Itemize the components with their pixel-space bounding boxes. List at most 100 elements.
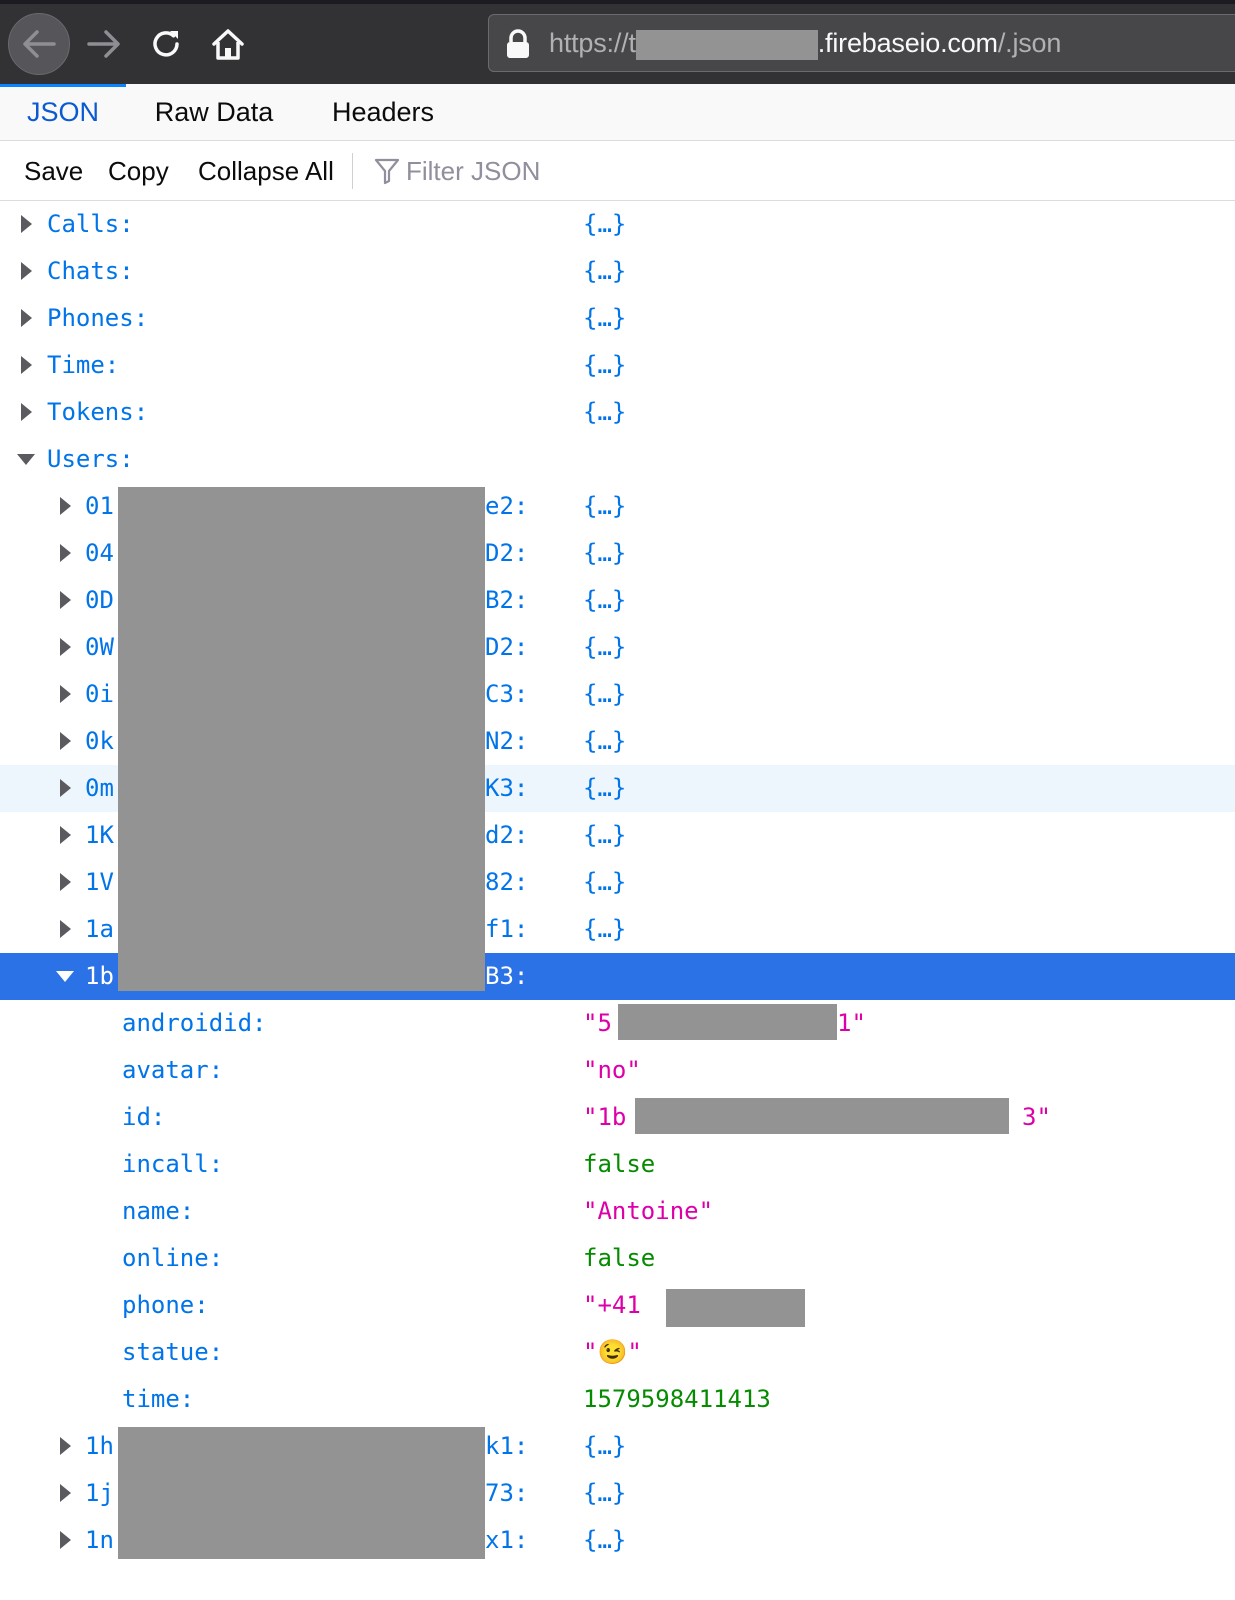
tree-row-calls[interactable]: Calls: {…} bbox=[0, 201, 1235, 248]
json-key-end: k1: bbox=[485, 1432, 529, 1460]
expand-arrow-icon[interactable] bbox=[60, 826, 71, 844]
expand-arrow-icon[interactable] bbox=[21, 309, 32, 327]
json-value: {…} bbox=[583, 351, 627, 379]
tree-row-field-statue[interactable]: statue: "😉" bbox=[0, 1329, 1235, 1376]
json-value: {…} bbox=[583, 821, 627, 849]
tree-row-field-time[interactable]: time: 1579598411413 bbox=[0, 1376, 1235, 1423]
collapse-arrow-icon[interactable] bbox=[56, 971, 74, 982]
json-value: {…} bbox=[583, 633, 627, 661]
address-bar[interactable]: https://t .firebaseio.com/.json bbox=[488, 14, 1235, 72]
json-value: false bbox=[583, 1244, 656, 1272]
home-icon bbox=[212, 29, 244, 60]
json-key: online: bbox=[122, 1244, 224, 1272]
browser-toolbar: https://t .firebaseio.com/.json bbox=[0, 0, 1235, 86]
tree-row-field-avatar[interactable]: avatar: "no" bbox=[0, 1047, 1235, 1094]
tree-row-field-online[interactable]: online: false bbox=[0, 1235, 1235, 1282]
json-key-start: 1a bbox=[85, 915, 114, 943]
url-text: https://t .firebaseio.com/.json bbox=[549, 28, 1061, 60]
viewer-tabs: JSON Raw Data Headers bbox=[0, 84, 1235, 141]
expand-arrow-icon[interactable] bbox=[21, 403, 32, 421]
json-key-start: 04 bbox=[85, 539, 114, 567]
expand-arrow-icon[interactable] bbox=[60, 873, 71, 891]
redacted-subdomain bbox=[635, 29, 818, 60]
json-value: {…} bbox=[583, 539, 627, 567]
collapse-all-button[interactable]: Collapse All bbox=[198, 141, 334, 201]
toolbar-divider bbox=[352, 153, 353, 189]
json-key: name: bbox=[122, 1197, 195, 1225]
home-button[interactable] bbox=[196, 12, 260, 76]
tree-row-users[interactable]: Users: bbox=[0, 436, 1235, 483]
json-value: 1579598411413 bbox=[583, 1385, 771, 1413]
expand-arrow-icon[interactable] bbox=[60, 920, 71, 938]
tree-row-field-id[interactable]: id: "1b 3" bbox=[0, 1094, 1235, 1141]
tree-row-time[interactable]: Time: {…} bbox=[0, 342, 1235, 389]
json-key-end: 82: bbox=[485, 868, 529, 896]
json-key-start: 0k bbox=[85, 727, 114, 755]
expand-arrow-icon[interactable] bbox=[60, 1484, 71, 1502]
reload-button[interactable] bbox=[134, 12, 198, 76]
expand-arrow-icon[interactable] bbox=[60, 591, 71, 609]
filter-json-input[interactable] bbox=[406, 151, 826, 191]
arrow-right-icon bbox=[87, 30, 120, 58]
json-key-end: f1: bbox=[485, 915, 529, 943]
json-value: {…} bbox=[583, 1479, 627, 1507]
json-key: Time: bbox=[47, 351, 120, 379]
forward-button[interactable] bbox=[72, 12, 136, 76]
json-key: androidid: bbox=[122, 1009, 267, 1037]
collapse-arrow-icon[interactable] bbox=[17, 454, 35, 465]
tree-row-tokens[interactable]: Tokens: {…} bbox=[0, 389, 1235, 436]
tab-json[interactable]: JSON bbox=[0, 84, 126, 140]
json-key: Calls: bbox=[47, 210, 134, 238]
tab-strip-edge bbox=[0, 0, 1235, 4]
json-toolbar: Save Copy Collapse All bbox=[0, 141, 1235, 201]
json-key-start: 1b bbox=[85, 962, 114, 990]
expand-arrow-icon[interactable] bbox=[60, 1531, 71, 1549]
save-button[interactable]: Save bbox=[24, 141, 83, 201]
tab-headers[interactable]: Headers bbox=[316, 84, 450, 140]
json-key-start: 1V bbox=[85, 868, 114, 896]
tree-row-field-phone[interactable]: phone: "+41 bbox=[0, 1282, 1235, 1329]
expand-arrow-icon[interactable] bbox=[21, 356, 32, 374]
json-value: {…} bbox=[583, 586, 627, 614]
expand-arrow-icon[interactable] bbox=[21, 262, 32, 280]
json-key-end: B2: bbox=[485, 586, 529, 614]
json-key: Users: bbox=[47, 445, 134, 473]
json-value-start: "1b bbox=[583, 1103, 627, 1131]
expand-arrow-icon[interactable] bbox=[60, 732, 71, 750]
back-button[interactable] bbox=[8, 13, 70, 75]
redacted-user-keys-block bbox=[118, 487, 485, 991]
json-value-end: 3" bbox=[1022, 1103, 1051, 1131]
json-value: {…} bbox=[583, 210, 627, 238]
json-key-start: 0D bbox=[85, 586, 114, 614]
expand-arrow-icon[interactable] bbox=[60, 544, 71, 562]
json-value: "Antoine" bbox=[583, 1197, 714, 1225]
expand-arrow-icon[interactable] bbox=[60, 685, 71, 703]
copy-button[interactable]: Copy bbox=[108, 141, 169, 201]
json-key-start: 0m bbox=[85, 774, 114, 802]
json-key-end: B3: bbox=[485, 962, 529, 990]
tree-row-field-incall[interactable]: incall: false bbox=[0, 1141, 1235, 1188]
json-key: Tokens: bbox=[47, 398, 149, 426]
json-key-end: d2: bbox=[485, 821, 529, 849]
tree-row-chats[interactable]: Chats: {…} bbox=[0, 248, 1235, 295]
url-prefix: https://t bbox=[549, 28, 636, 58]
json-value-end: 1" bbox=[837, 1009, 866, 1037]
expand-arrow-icon[interactable] bbox=[21, 215, 32, 233]
expand-arrow-icon[interactable] bbox=[60, 1437, 71, 1455]
json-value: {…} bbox=[583, 1526, 627, 1554]
json-value: {…} bbox=[583, 257, 627, 285]
json-key-end: x1: bbox=[485, 1526, 529, 1554]
json-value: {…} bbox=[583, 727, 627, 755]
tree-row-field-name[interactable]: name: "Antoine" bbox=[0, 1188, 1235, 1235]
json-key: Chats: bbox=[47, 257, 134, 285]
expand-arrow-icon[interactable] bbox=[60, 779, 71, 797]
expand-arrow-icon[interactable] bbox=[60, 638, 71, 656]
lock-icon bbox=[507, 29, 529, 58]
redacted-androidid bbox=[618, 1004, 837, 1040]
json-key-end: 73: bbox=[485, 1479, 529, 1507]
expand-arrow-icon[interactable] bbox=[60, 497, 71, 515]
tree-row-phones[interactable]: Phones: {…} bbox=[0, 295, 1235, 342]
json-key: time: bbox=[122, 1385, 195, 1413]
json-key: Phones: bbox=[47, 304, 149, 332]
tab-raw-data[interactable]: Raw Data bbox=[140, 84, 288, 140]
